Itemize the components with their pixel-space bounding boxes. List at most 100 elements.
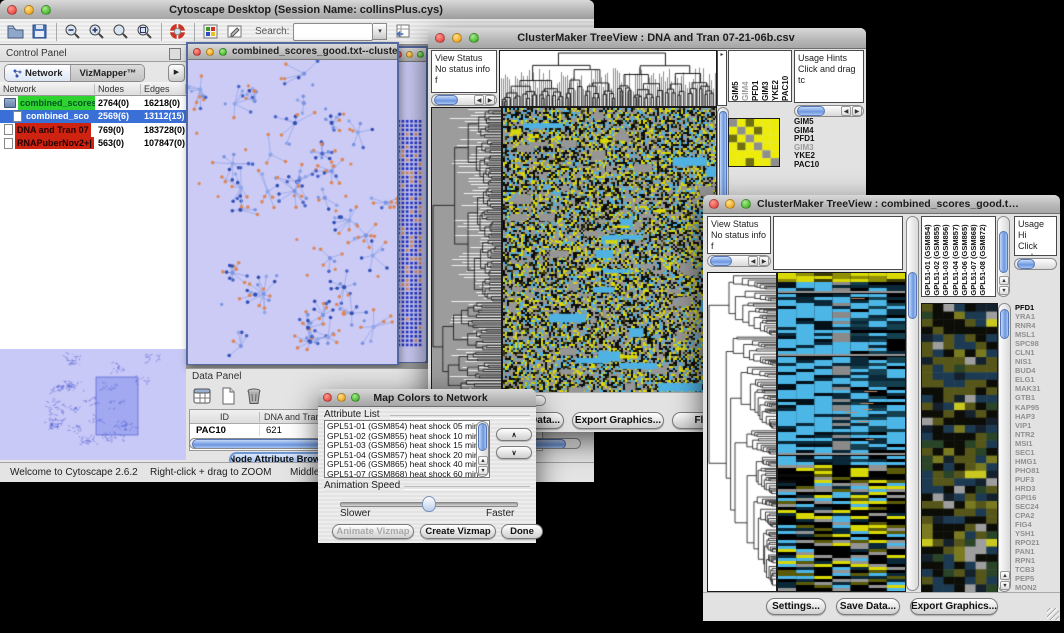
scroll-left-icon[interactable]: ◀ (474, 95, 484, 105)
save-icon[interactable] (30, 22, 49, 41)
tv2-status-hscrollbar[interactable]: ◀▶ (707, 255, 771, 267)
move-attribute-down-button[interactable]: ∨ (496, 446, 532, 459)
move-attribute-up-button[interactable]: ∧ (496, 428, 532, 441)
minimize-icon[interactable] (452, 33, 462, 43)
zoom-selected-icon[interactable] (111, 22, 130, 41)
attribute-item[interactable]: GPL51-06 (GSM865) heat shock 40 min (327, 460, 487, 470)
tab-network[interactable]: Network (5, 65, 70, 81)
new-attribute-icon[interactable] (218, 386, 238, 406)
network-row[interactable]: RNAPuberNov2+|563(0)107847(0) (0, 137, 186, 151)
tv2-hints-hscrollbar[interactable] (1014, 258, 1057, 270)
attribute-item[interactable]: GPL51-03 (GSM856) heat shock 15 min (327, 441, 487, 451)
network-row[interactable]: DNA and Tran 07769(0)183728(0) (0, 123, 186, 137)
treeview2-titlebar[interactable]: ClusterMaker TreeView : combined_scores_… (703, 195, 1060, 214)
tv2-heatmap-canvas[interactable] (777, 272, 906, 592)
network-canvas[interactable] (188, 60, 397, 364)
scroll-left-icon[interactable]: ◀ (748, 256, 758, 266)
tv1-export-graphics-button[interactable]: Export Graphics... (572, 412, 664, 429)
tv2-export-graphics-button[interactable]: Export Graphics... (910, 598, 998, 615)
zoom-window-icon[interactable] (41, 5, 51, 15)
scrollbar-thumb[interactable] (999, 231, 1008, 273)
map-dialog-titlebar[interactable]: Map Colors to Network (318, 389, 536, 407)
tv1-heatmap-canvas[interactable] (502, 107, 717, 394)
tv2-row-dendrogram-canvas[interactable] (707, 272, 777, 592)
scrollbar-thumb[interactable] (710, 256, 732, 266)
tv2-zoom-vscrollbar[interactable]: ▲ ▼ (998, 303, 1011, 592)
close-icon[interactable] (323, 393, 332, 402)
attribute-item[interactable]: GPL51-02 (GSM855) heat shock 10 min (327, 432, 487, 442)
resize-grip[interactable] (1047, 608, 1059, 620)
animate-vizmap-button[interactable]: Animate Vizmap (332, 524, 414, 539)
close-icon[interactable] (193, 48, 201, 56)
birdseye-view-canvas[interactable] (0, 349, 186, 460)
vizmap-palette-icon[interactable] (201, 22, 220, 41)
minimize-icon[interactable] (725, 199, 735, 209)
tv1-splitter-strip[interactable]: ▸ (717, 50, 727, 106)
attribute-table-icon[interactable] (192, 386, 212, 406)
scroll-up-icon[interactable]: ▲ (1000, 571, 1010, 580)
annotation-icon[interactable] (225, 22, 244, 41)
delete-attribute-trash-icon[interactable] (244, 386, 264, 406)
zoom-window-icon[interactable] (351, 393, 360, 402)
search-input[interactable] (293, 23, 373, 41)
scroll-up-icon[interactable]: ▲ (478, 456, 488, 465)
zoom-in-icon[interactable] (87, 22, 106, 41)
treeview1-titlebar[interactable]: ClusterMaker TreeView : DNA and Tran 07-… (428, 28, 866, 49)
zoom-window-icon[interactable] (741, 199, 751, 209)
tv2-column-dendrogram-area[interactable] (773, 216, 903, 270)
tv1-hints-hscrollbar[interactable]: ◀▶ (794, 105, 864, 117)
attribute-item[interactable]: GPL51-01 (GSM854) heat shock 05 min (327, 422, 487, 432)
search-dropdown-icon[interactable]: ▾ (373, 23, 387, 40)
tv1-row-dendrogram-canvas[interactable] (431, 107, 502, 394)
minimize-icon[interactable] (24, 5, 34, 15)
network-window-1-titlebar[interactable]: combined_scores_good.txt--cluste... (188, 44, 397, 60)
close-icon[interactable] (709, 199, 719, 209)
help-lifering-icon[interactable] (168, 22, 187, 41)
import-table-icon[interactable] (393, 22, 412, 41)
scroll-right-icon[interactable]: ▶ (852, 106, 862, 116)
done-button[interactable]: Done (501, 524, 543, 539)
create-vizmap-button[interactable]: Create Vizmap (420, 524, 496, 539)
scroll-up-icon[interactable]: ▲ (999, 276, 1009, 285)
scroll-left-icon[interactable]: ◀ (841, 106, 851, 116)
tv2-save-data-button[interactable]: Save Data... (836, 598, 900, 615)
scroll-right-icon[interactable]: ▶ (759, 256, 769, 266)
tv2-zoom-heatmap-canvas[interactable] (921, 303, 998, 593)
scroll-down-icon[interactable]: ▼ (1000, 581, 1010, 590)
zoom-window-icon[interactable] (219, 48, 227, 56)
attribute-list-vscrollbar[interactable]: ▲ ▼ (476, 421, 489, 477)
animation-speed-slider-thumb[interactable] (422, 496, 436, 512)
tv1-zoom-matrix-canvas[interactable] (728, 118, 780, 167)
tab-vizmapper[interactable]: VizMapper™ (70, 65, 144, 81)
tv2-settings-button[interactable]: Settings... (766, 598, 826, 615)
attribute-item[interactable]: GPL51-04 (GSM857) heat shock 20 min (327, 451, 487, 461)
network-tree-empty-area[interactable] (0, 149, 186, 350)
network-row[interactable]: combined_scores2764(0)16218(0) (0, 96, 186, 110)
tab-overflow-button[interactable]: ▶ (168, 64, 185, 82)
minimize-icon[interactable] (406, 51, 413, 58)
main-titlebar[interactable]: Cytoscape Desktop (Session Name: collins… (0, 0, 594, 20)
scroll-down-icon[interactable]: ▼ (999, 286, 1009, 295)
attribute-item[interactable]: GPL51-07 (GSM868) heat shock 60 min (327, 470, 487, 478)
scrollbar-thumb[interactable] (1017, 259, 1035, 269)
zoom-out-icon[interactable] (63, 22, 82, 41)
tv1-column-dendrogram-canvas[interactable] (499, 50, 717, 107)
float-panel-icon[interactable] (169, 48, 181, 60)
tv1-status-hscrollbar[interactable]: ◀▶ (431, 94, 497, 106)
scrollbar-thumb[interactable] (434, 95, 458, 105)
scrollbar-thumb[interactable] (478, 423, 487, 451)
tv2-collabel-vscrollbar[interactable]: ▲ ▼ (997, 216, 1010, 297)
scroll-down-icon[interactable]: ▼ (478, 466, 488, 475)
scroll-right-icon[interactable]: ▶ (485, 95, 495, 105)
open-file-icon[interactable] (6, 22, 25, 41)
scrollbar-thumb[interactable] (1000, 309, 1009, 339)
zoom-window-icon[interactable] (469, 33, 479, 43)
network-table-header[interactable]: Network Nodes Edges (0, 82, 186, 96)
zoom-fit-icon[interactable] (135, 22, 154, 41)
zoom-window-icon[interactable] (417, 51, 424, 58)
minimize-icon[interactable] (337, 393, 346, 402)
attribute-list[interactable]: GPL51-01 (GSM854) heat shock 05 minGPL51… (324, 420, 490, 478)
tv2-heatmap-vscrollbar[interactable] (906, 216, 919, 591)
scrollbar-thumb[interactable] (797, 106, 825, 116)
close-icon[interactable] (7, 5, 17, 15)
